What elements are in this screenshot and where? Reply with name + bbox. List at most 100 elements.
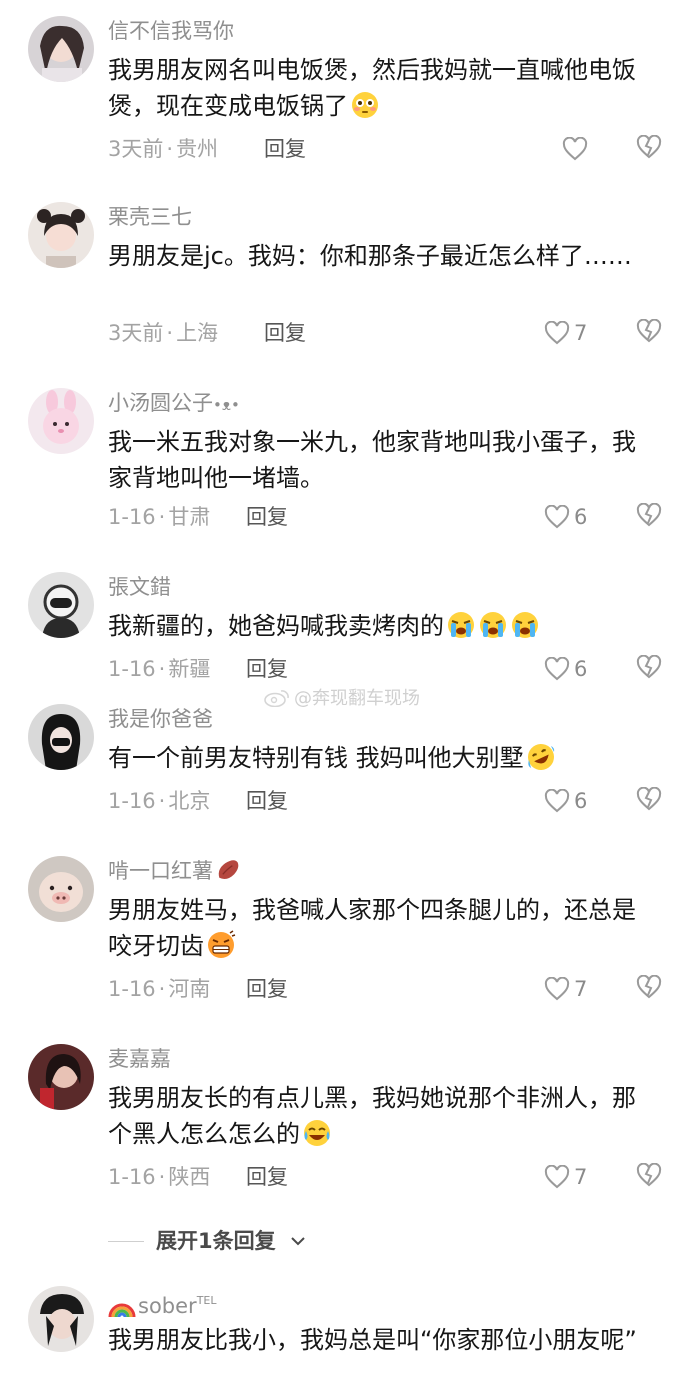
- dislike-button[interactable]: [636, 974, 662, 1004]
- like-button[interactable]: 6: [544, 786, 587, 816]
- comment-meta: 1-16 · 陕西: [108, 1162, 210, 1192]
- avatar[interactable]: [28, 572, 94, 638]
- like-button[interactable]: 7: [544, 318, 587, 348]
- meta-separator: ·: [158, 789, 166, 813]
- meta-separator: ·: [158, 977, 166, 1001]
- reply-button[interactable]: 回复: [264, 318, 306, 348]
- dislike-button[interactable]: [636, 502, 662, 532]
- comment-text: 我男朋友网名叫电饭煲，然后我妈就一直喊他电饭煲，现在变成电饭锅了: [108, 52, 656, 124]
- broken-heart-icon: [636, 654, 662, 683]
- avatar[interactable]: [28, 704, 94, 770]
- comment-date: 1-16: [108, 1165, 156, 1189]
- sweet-potato-emoji: [215, 857, 241, 883]
- comment-username[interactable]: 栗壳三七: [108, 202, 192, 232]
- heart-icon: [544, 977, 570, 1001]
- meta-separator: ·: [166, 321, 174, 345]
- comment-meta: 3天前 · 贵州: [108, 134, 218, 164]
- broken-heart-icon: [636, 502, 662, 531]
- comment-username[interactable]: 啃一口红薯: [108, 856, 241, 886]
- comment-date: 3天前: [108, 137, 164, 161]
- comment-username-sup: TEL: [196, 1294, 217, 1307]
- like-button[interactable]: 7: [544, 974, 587, 1004]
- comment-date: 1-16: [108, 977, 156, 1001]
- meta-separator: ·: [158, 505, 166, 529]
- like-count: 7: [574, 1165, 588, 1189]
- comment-text: 我一米五我对象一米九，他家背地叫我小蛋子，我家背地叫他一堵墙。: [108, 428, 636, 492]
- expand-replies-label: 展开1条回复: [156, 1229, 276, 1253]
- comment-date: 1-16: [108, 505, 156, 529]
- reply-button[interactable]: 回复: [246, 974, 288, 1004]
- comment-text: 男朋友姓马，我爸喊人家那个四条腿儿的，还总是咬牙切齿: [108, 892, 656, 964]
- comment-meta: 1-16 · 新疆: [108, 654, 210, 684]
- comment-location: 河南: [168, 977, 211, 1001]
- comment-username[interactable]: 小汤圆公子•ᴥ•: [108, 388, 240, 420]
- like-button[interactable]: [562, 134, 588, 164]
- comment-username[interactable]: soberTEL: [108, 1286, 217, 1321]
- comment-username[interactable]: 麦嘉嘉: [108, 1044, 171, 1074]
- reply-button[interactable]: 回复: [264, 134, 306, 164]
- comment-username-text: sober: [138, 1294, 197, 1318]
- avatar[interactable]: [28, 1286, 94, 1352]
- comment-username-suffix: •ᴥ•: [213, 396, 240, 414]
- comment-text-body: 男朋友姓马，我爸喊人家那个四条腿儿的，还总是咬牙切齿: [108, 896, 636, 960]
- like-button[interactable]: 6: [544, 502, 587, 532]
- loudly-crying-face-emoji: [478, 610, 508, 640]
- tears-of-joy-emoji: [302, 1118, 332, 1148]
- comment-meta: 1-16 · 北京: [108, 786, 210, 816]
- meta-separator: ·: [158, 1165, 166, 1189]
- comment-text: 男朋友是jc。我妈：你和那条子最近怎么样了……: [108, 242, 632, 270]
- avatar[interactable]: [28, 16, 94, 82]
- dislike-button[interactable]: [636, 1162, 662, 1192]
- comment-location: 陕西: [168, 1165, 211, 1189]
- comment-username-text: 啃一口红薯: [108, 859, 213, 883]
- like-count: 7: [574, 321, 588, 345]
- broken-heart-icon: [636, 134, 662, 163]
- weibo-logo-icon: [264, 689, 290, 708]
- avatar[interactable]: [28, 388, 94, 454]
- like-button[interactable]: 7: [544, 1162, 587, 1192]
- avatar[interactable]: [28, 1044, 94, 1110]
- avatar[interactable]: [28, 202, 94, 268]
- meta-separator: ·: [158, 657, 166, 681]
- dislike-button[interactable]: [636, 786, 662, 816]
- comment-username[interactable]: 我是你爸爸: [108, 704, 213, 734]
- expand-divider: [108, 1241, 144, 1242]
- flushed-face-emoji: [350, 90, 380, 120]
- comment-username[interactable]: 張文錯: [108, 572, 171, 602]
- reply-button[interactable]: 回复: [246, 502, 288, 532]
- comment-text: 我新疆的，她爸妈喊我卖烤肉的: [108, 608, 656, 644]
- rolling-laughing-face-emoji: [526, 742, 556, 772]
- avatar[interactable]: [28, 856, 94, 922]
- comment-username-text: 小汤圆公子: [108, 391, 213, 415]
- broken-heart-icon: [636, 974, 662, 1003]
- expand-replies-button[interactable]: 展开1条回复: [108, 1225, 408, 1257]
- chevron-down-icon: [290, 1233, 306, 1249]
- heart-icon: [544, 789, 570, 813]
- reply-button[interactable]: 回复: [246, 1162, 288, 1192]
- heart-icon: [544, 505, 570, 529]
- meta-separator: ·: [166, 137, 174, 161]
- comment-location: 上海: [176, 321, 219, 345]
- comment-meta: 3天前 · 上海: [108, 318, 218, 348]
- comment-text: 我男朋友比我小，我妈总是叫“你家那位小朋友呢”: [108, 1326, 637, 1354]
- comment-location: 北京: [168, 789, 211, 813]
- broken-heart-icon: [636, 318, 662, 347]
- reply-button[interactable]: 回复: [246, 786, 288, 816]
- heart-icon: [562, 137, 588, 161]
- loudly-crying-face-emoji: [446, 610, 476, 640]
- comment-location: 贵州: [176, 137, 219, 161]
- comment-location: 新疆: [168, 657, 211, 681]
- heart-icon: [544, 657, 570, 681]
- grimacing-face-emoji: [206, 930, 236, 960]
- comment-date: 1-16: [108, 657, 156, 681]
- comment-username[interactable]: 信不信我骂你: [108, 16, 234, 46]
- broken-heart-icon: [636, 786, 662, 815]
- dislike-button[interactable]: [636, 318, 662, 348]
- reply-button[interactable]: 回复: [246, 654, 288, 684]
- like-button[interactable]: 6: [544, 654, 587, 684]
- comment-text: 我男朋友长的有点儿黑，我妈她说那个非洲人，那个黑人怎么怎么的: [108, 1080, 656, 1152]
- loudly-crying-face-emoji: [510, 610, 540, 640]
- comment-text-body: 我新疆的，她爸妈喊我卖烤肉的: [108, 612, 444, 640]
- dislike-button[interactable]: [636, 134, 662, 164]
- dislike-button[interactable]: [636, 654, 662, 684]
